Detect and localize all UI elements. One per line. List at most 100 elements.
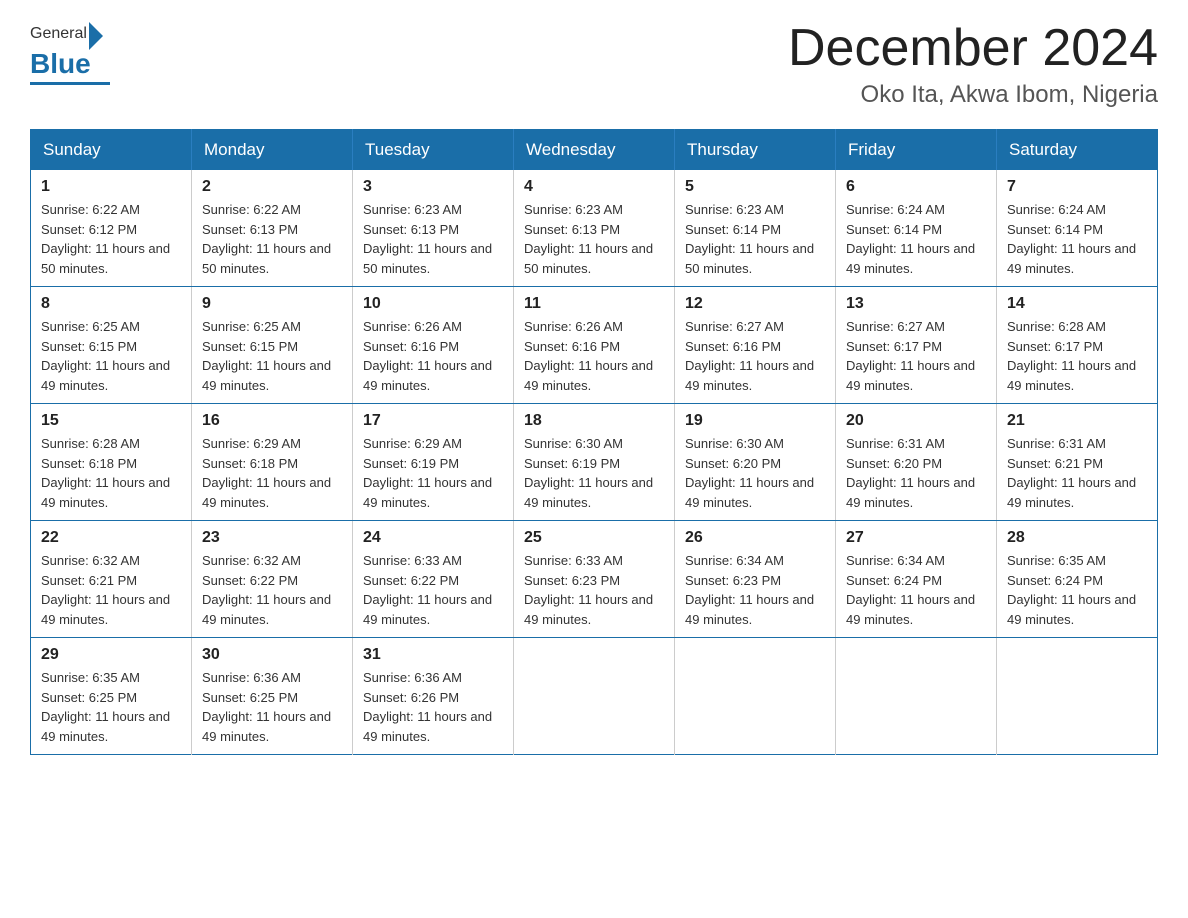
day-info: Sunrise: 6:36 AMSunset: 6:25 PMDaylight:… bbox=[202, 670, 331, 744]
calendar-cell: 8 Sunrise: 6:25 AMSunset: 6:15 PMDayligh… bbox=[31, 287, 192, 404]
day-number: 10 bbox=[363, 295, 503, 313]
day-number: 25 bbox=[524, 529, 664, 547]
calendar-cell: 23 Sunrise: 6:32 AMSunset: 6:22 PMDaylig… bbox=[192, 521, 353, 638]
calendar-cell: 27 Sunrise: 6:34 AMSunset: 6:24 PMDaylig… bbox=[836, 521, 997, 638]
weekday-header-tuesday: Tuesday bbox=[353, 130, 514, 171]
calendar-week-row: 8 Sunrise: 6:25 AMSunset: 6:15 PMDayligh… bbox=[31, 287, 1158, 404]
calendar-cell: 25 Sunrise: 6:33 AMSunset: 6:23 PMDaylig… bbox=[514, 521, 675, 638]
day-info: Sunrise: 6:33 AMSunset: 6:22 PMDaylight:… bbox=[363, 553, 492, 627]
weekday-header-thursday: Thursday bbox=[675, 130, 836, 171]
calendar-cell: 9 Sunrise: 6:25 AMSunset: 6:15 PMDayligh… bbox=[192, 287, 353, 404]
calendar-cell: 30 Sunrise: 6:36 AMSunset: 6:25 PMDaylig… bbox=[192, 638, 353, 755]
calendar-cell: 20 Sunrise: 6:31 AMSunset: 6:20 PMDaylig… bbox=[836, 404, 997, 521]
location-title: Oko Ita, Akwa Ibom, Nigeria bbox=[788, 81, 1158, 109]
page-header: General Blue December 2024 Oko Ita, Akwa… bbox=[30, 20, 1158, 109]
weekday-header-row: SundayMondayTuesdayWednesdayThursdayFrid… bbox=[31, 130, 1158, 171]
calendar-cell: 22 Sunrise: 6:32 AMSunset: 6:21 PMDaylig… bbox=[31, 521, 192, 638]
day-info: Sunrise: 6:23 AMSunset: 6:13 PMDaylight:… bbox=[524, 202, 653, 276]
day-number: 22 bbox=[41, 529, 181, 547]
day-number: 3 bbox=[363, 178, 503, 196]
day-info: Sunrise: 6:32 AMSunset: 6:21 PMDaylight:… bbox=[41, 553, 170, 627]
day-info: Sunrise: 6:24 AMSunset: 6:14 PMDaylight:… bbox=[1007, 202, 1136, 276]
day-number: 19 bbox=[685, 412, 825, 430]
weekday-header-friday: Friday bbox=[836, 130, 997, 171]
day-info: Sunrise: 6:32 AMSunset: 6:22 PMDaylight:… bbox=[202, 553, 331, 627]
calendar-cell: 17 Sunrise: 6:29 AMSunset: 6:19 PMDaylig… bbox=[353, 404, 514, 521]
calendar-cell: 1 Sunrise: 6:22 AMSunset: 6:12 PMDayligh… bbox=[31, 170, 192, 287]
day-info: Sunrise: 6:23 AMSunset: 6:13 PMDaylight:… bbox=[363, 202, 492, 276]
logo-blue-text: Blue bbox=[30, 48, 91, 79]
day-info: Sunrise: 6:34 AMSunset: 6:24 PMDaylight:… bbox=[846, 553, 975, 627]
day-number: 16 bbox=[202, 412, 342, 430]
calendar-cell: 26 Sunrise: 6:34 AMSunset: 6:23 PMDaylig… bbox=[675, 521, 836, 638]
day-number: 30 bbox=[202, 646, 342, 664]
day-number: 28 bbox=[1007, 529, 1147, 547]
day-info: Sunrise: 6:26 AMSunset: 6:16 PMDaylight:… bbox=[363, 319, 492, 393]
day-number: 2 bbox=[202, 178, 342, 196]
day-number: 7 bbox=[1007, 178, 1147, 196]
day-info: Sunrise: 6:25 AMSunset: 6:15 PMDaylight:… bbox=[41, 319, 170, 393]
day-number: 24 bbox=[363, 529, 503, 547]
calendar-cell: 19 Sunrise: 6:30 AMSunset: 6:20 PMDaylig… bbox=[675, 404, 836, 521]
logo-underline bbox=[30, 82, 110, 85]
calendar-week-row: 15 Sunrise: 6:28 AMSunset: 6:18 PMDaylig… bbox=[31, 404, 1158, 521]
calendar-cell: 31 Sunrise: 6:36 AMSunset: 6:26 PMDaylig… bbox=[353, 638, 514, 755]
day-number: 11 bbox=[524, 295, 664, 313]
calendar-cell: 13 Sunrise: 6:27 AMSunset: 6:17 PMDaylig… bbox=[836, 287, 997, 404]
calendar-cell: 4 Sunrise: 6:23 AMSunset: 6:13 PMDayligh… bbox=[514, 170, 675, 287]
day-info: Sunrise: 6:34 AMSunset: 6:23 PMDaylight:… bbox=[685, 553, 814, 627]
day-number: 27 bbox=[846, 529, 986, 547]
day-number: 18 bbox=[524, 412, 664, 430]
calendar-cell: 5 Sunrise: 6:23 AMSunset: 6:14 PMDayligh… bbox=[675, 170, 836, 287]
day-number: 14 bbox=[1007, 295, 1147, 313]
weekday-header-saturday: Saturday bbox=[997, 130, 1158, 171]
day-info: Sunrise: 6:31 AMSunset: 6:21 PMDaylight:… bbox=[1007, 436, 1136, 510]
calendar-week-row: 1 Sunrise: 6:22 AMSunset: 6:12 PMDayligh… bbox=[31, 170, 1158, 287]
day-info: Sunrise: 6:27 AMSunset: 6:16 PMDaylight:… bbox=[685, 319, 814, 393]
weekday-header-sunday: Sunday bbox=[31, 130, 192, 171]
day-number: 6 bbox=[846, 178, 986, 196]
day-number: 13 bbox=[846, 295, 986, 313]
day-info: Sunrise: 6:31 AMSunset: 6:20 PMDaylight:… bbox=[846, 436, 975, 510]
calendar-cell: 29 Sunrise: 6:35 AMSunset: 6:25 PMDaylig… bbox=[31, 638, 192, 755]
day-info: Sunrise: 6:25 AMSunset: 6:15 PMDaylight:… bbox=[202, 319, 331, 393]
day-info: Sunrise: 6:24 AMSunset: 6:14 PMDaylight:… bbox=[846, 202, 975, 276]
day-info: Sunrise: 6:35 AMSunset: 6:24 PMDaylight:… bbox=[1007, 553, 1136, 627]
day-number: 1 bbox=[41, 178, 181, 196]
calendar-cell bbox=[997, 638, 1158, 755]
calendar-cell: 16 Sunrise: 6:29 AMSunset: 6:18 PMDaylig… bbox=[192, 404, 353, 521]
day-number: 21 bbox=[1007, 412, 1147, 430]
logo-general-text: General bbox=[30, 25, 87, 43]
day-info: Sunrise: 6:36 AMSunset: 6:26 PMDaylight:… bbox=[363, 670, 492, 744]
day-number: 9 bbox=[202, 295, 342, 313]
title-section: December 2024 Oko Ita, Akwa Ibom, Nigeri… bbox=[788, 20, 1158, 109]
calendar-cell: 18 Sunrise: 6:30 AMSunset: 6:19 PMDaylig… bbox=[514, 404, 675, 521]
day-info: Sunrise: 6:27 AMSunset: 6:17 PMDaylight:… bbox=[846, 319, 975, 393]
day-info: Sunrise: 6:35 AMSunset: 6:25 PMDaylight:… bbox=[41, 670, 170, 744]
logo: General Blue bbox=[30, 20, 110, 85]
day-info: Sunrise: 6:33 AMSunset: 6:23 PMDaylight:… bbox=[524, 553, 653, 627]
day-info: Sunrise: 6:22 AMSunset: 6:13 PMDaylight:… bbox=[202, 202, 331, 276]
day-number: 15 bbox=[41, 412, 181, 430]
calendar-cell: 28 Sunrise: 6:35 AMSunset: 6:24 PMDaylig… bbox=[997, 521, 1158, 638]
logo-triangle-icon bbox=[89, 22, 103, 50]
calendar-cell: 10 Sunrise: 6:26 AMSunset: 6:16 PMDaylig… bbox=[353, 287, 514, 404]
day-number: 4 bbox=[524, 178, 664, 196]
calendar-cell: 7 Sunrise: 6:24 AMSunset: 6:14 PMDayligh… bbox=[997, 170, 1158, 287]
weekday-header-wednesday: Wednesday bbox=[514, 130, 675, 171]
day-number: 26 bbox=[685, 529, 825, 547]
calendar-cell: 12 Sunrise: 6:27 AMSunset: 6:16 PMDaylig… bbox=[675, 287, 836, 404]
calendar-week-row: 29 Sunrise: 6:35 AMSunset: 6:25 PMDaylig… bbox=[31, 638, 1158, 755]
day-info: Sunrise: 6:26 AMSunset: 6:16 PMDaylight:… bbox=[524, 319, 653, 393]
month-title: December 2024 bbox=[788, 20, 1158, 77]
day-info: Sunrise: 6:30 AMSunset: 6:20 PMDaylight:… bbox=[685, 436, 814, 510]
calendar-cell: 24 Sunrise: 6:33 AMSunset: 6:22 PMDaylig… bbox=[353, 521, 514, 638]
calendar-cell: 11 Sunrise: 6:26 AMSunset: 6:16 PMDaylig… bbox=[514, 287, 675, 404]
day-number: 23 bbox=[202, 529, 342, 547]
calendar-cell: 2 Sunrise: 6:22 AMSunset: 6:13 PMDayligh… bbox=[192, 170, 353, 287]
calendar-week-row: 22 Sunrise: 6:32 AMSunset: 6:21 PMDaylig… bbox=[31, 521, 1158, 638]
calendar-table: SundayMondayTuesdayWednesdayThursdayFrid… bbox=[30, 129, 1158, 755]
calendar-cell: 15 Sunrise: 6:28 AMSunset: 6:18 PMDaylig… bbox=[31, 404, 192, 521]
weekday-header-monday: Monday bbox=[192, 130, 353, 171]
calendar-cell bbox=[836, 638, 997, 755]
